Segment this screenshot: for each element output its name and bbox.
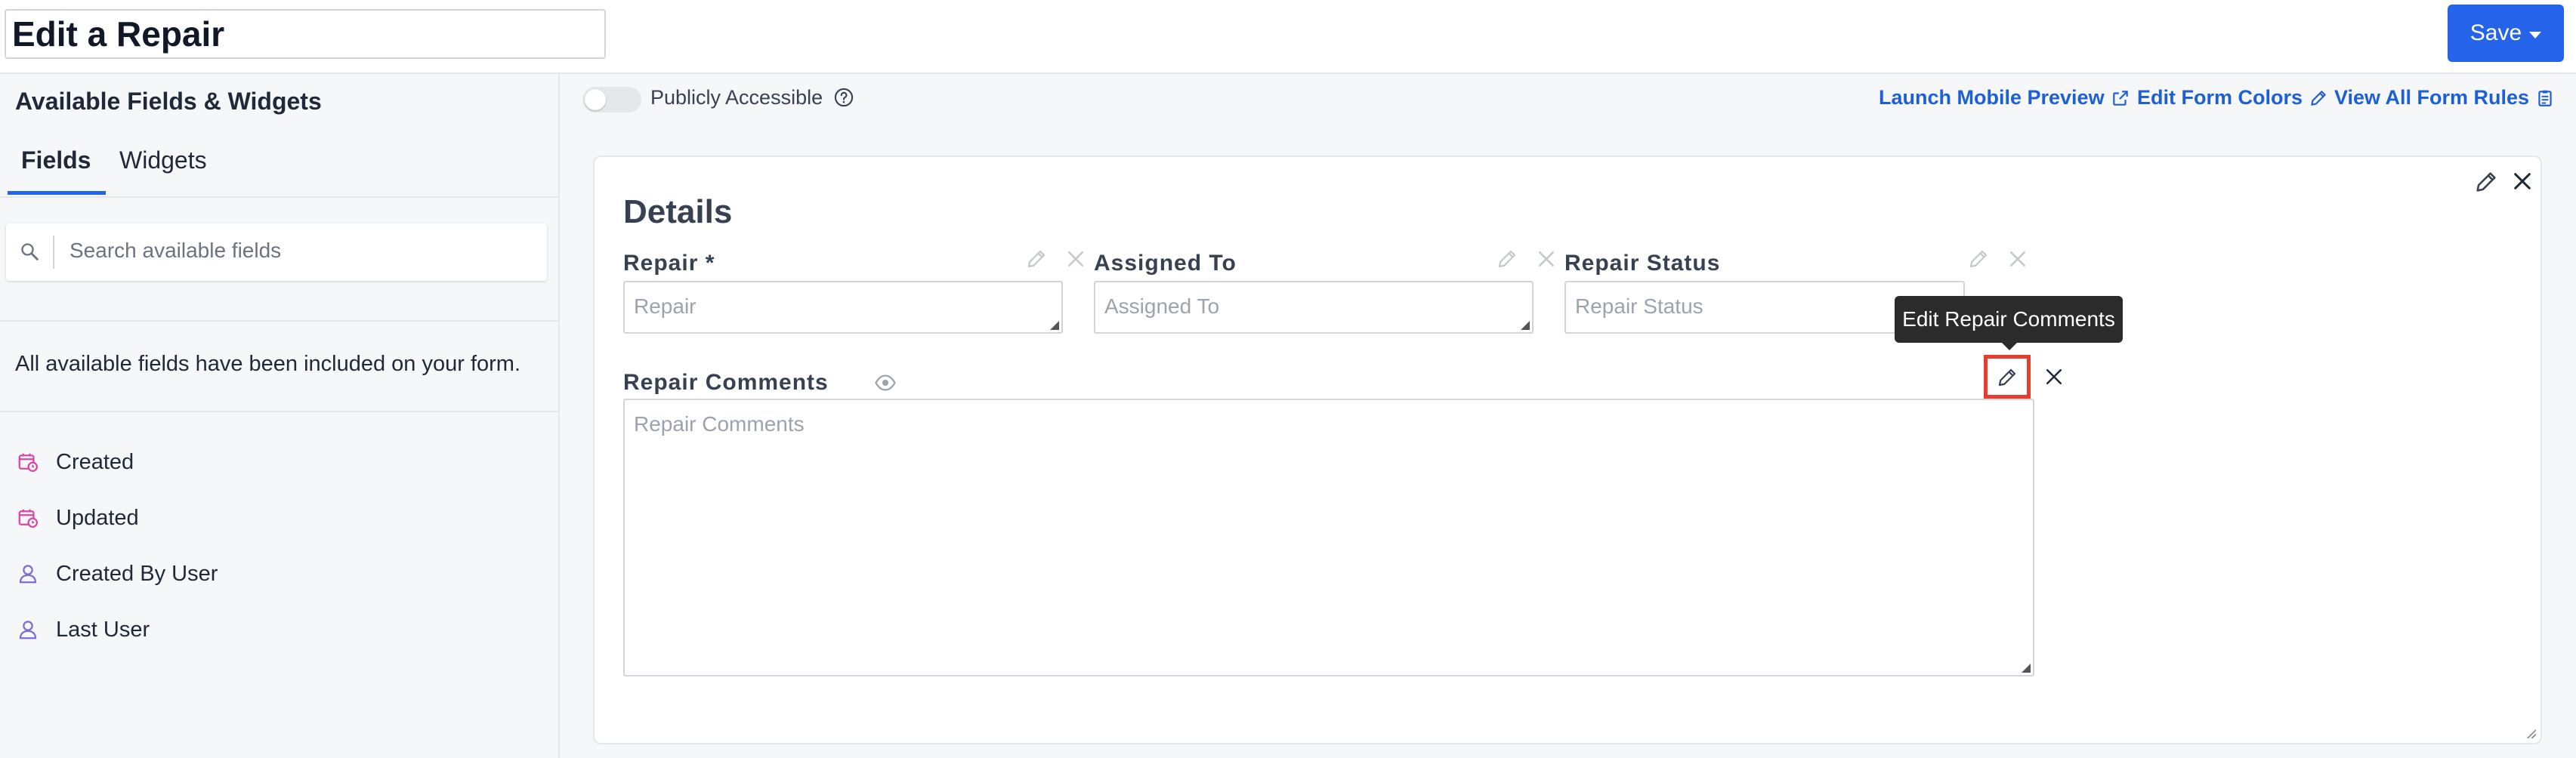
edit-tooltip: Edit Repair Comments xyxy=(1895,296,2123,343)
form-toolbar: Publicly Accessible Launch Mobile Previe… xyxy=(560,74,2576,122)
remove-section-close-icon[interactable] xyxy=(2510,169,2534,193)
clipboard-icon xyxy=(2538,90,2552,106)
search-icon xyxy=(21,243,39,260)
available-field-created-by-user[interactable]: Created By User xyxy=(17,559,218,589)
search-input[interactable]: Search available fields xyxy=(69,239,281,263)
search-field[interactable]: Search available fields xyxy=(6,223,547,281)
field-label-repair: Repair * xyxy=(623,251,715,276)
tooltip-arrow xyxy=(2002,343,2017,350)
field-label-repair-status: Repair Status xyxy=(1564,251,1721,276)
help-icon[interactable] xyxy=(833,87,854,108)
user-icon xyxy=(19,565,37,584)
pencil-icon[interactable] xyxy=(1025,248,1048,270)
link-label: View All Form Rules xyxy=(2334,86,2530,109)
field-label-repair-comments: Repair Comments xyxy=(623,370,829,395)
section-title: Details xyxy=(623,193,733,230)
divider xyxy=(0,320,558,322)
form-canvas: Publicly Accessible Launch Mobile Previe… xyxy=(560,74,2576,758)
calendar-clock-icon xyxy=(18,453,38,472)
resize-handle-icon[interactable] xyxy=(2022,664,2031,673)
pencil-icon xyxy=(2311,90,2326,106)
toggle-knob xyxy=(585,89,606,110)
assigned-to-input[interactable]: Assigned To xyxy=(1094,281,1534,334)
available-field-label: Last User xyxy=(56,617,150,642)
repair-comments-textarea[interactable]: Repair Comments xyxy=(623,399,2034,676)
available-field-last-user[interactable]: Last User xyxy=(17,615,150,645)
sidebar-tabs: Fields Widgets xyxy=(0,146,558,198)
close-icon[interactable] xyxy=(1064,248,1087,270)
tab-widgets-label: Widgets xyxy=(119,146,207,174)
user-icon xyxy=(19,621,37,639)
details-section-card: Details Repair * Repair Assigned To Assi… xyxy=(593,156,2542,744)
edit-comments-button[interactable] xyxy=(1984,355,2031,399)
close-icon[interactable] xyxy=(1535,248,1558,270)
sidebar-title: Available Fields & Widgets xyxy=(15,88,322,115)
resize-handle-icon[interactable] xyxy=(1050,321,1059,330)
close-icon[interactable] xyxy=(2043,365,2065,388)
textarea-placeholder: Repair Comments xyxy=(634,412,805,436)
sidebar: Available Fields & Widgets Fields Widget… xyxy=(0,74,560,758)
public-access-toggle[interactable] xyxy=(582,87,641,112)
save-button[interactable]: Save xyxy=(2448,5,2564,62)
pencil-icon xyxy=(1998,368,2016,387)
chevron-down-icon xyxy=(2529,31,2542,39)
pencil-icon[interactable] xyxy=(1496,248,1518,270)
launch-mobile-preview-link[interactable]: Launch Mobile Preview xyxy=(1879,86,2130,109)
save-button-label: Save xyxy=(2469,20,2522,45)
external-link-icon xyxy=(2112,90,2128,106)
available-field-label: Created By User xyxy=(56,561,218,586)
repair-input[interactable]: Repair xyxy=(623,281,1063,334)
edit-section-pencil-icon[interactable] xyxy=(2473,169,2499,195)
public-access-label: Publicly Accessible xyxy=(650,86,823,109)
input-placeholder: Assigned To xyxy=(1104,294,1220,318)
resize-handle-icon[interactable] xyxy=(1521,321,1530,330)
form-title-input[interactable]: Edit a Repair xyxy=(5,9,606,59)
top-bar: Edit a Repair Save xyxy=(0,0,2576,74)
tab-fields[interactable]: Fields xyxy=(8,146,106,195)
field-label-assigned-to: Assigned To xyxy=(1094,251,1237,276)
edit-form-colors-link[interactable]: Edit Form Colors xyxy=(2137,86,2328,109)
input-placeholder: Repair xyxy=(634,294,697,318)
calendar-clock-icon xyxy=(18,509,38,528)
all-fields-included-message: All available fields have been included … xyxy=(15,352,521,376)
tab-fields-label: Fields xyxy=(21,146,91,174)
available-field-label: Created xyxy=(56,449,134,474)
link-label: Launch Mobile Preview xyxy=(1879,86,2105,109)
close-icon[interactable] xyxy=(2006,248,2029,270)
available-field-updated[interactable]: Updated xyxy=(17,503,139,533)
pencil-icon[interactable] xyxy=(1967,248,1990,270)
link-label: Edit Form Colors xyxy=(2137,86,2303,109)
search-divider xyxy=(53,236,54,269)
card-resize-handle-icon[interactable] xyxy=(2525,728,2536,738)
divider xyxy=(0,411,558,412)
eye-icon[interactable] xyxy=(874,371,897,394)
available-field-label: Updated xyxy=(56,505,139,530)
input-placeholder: Repair Status xyxy=(1575,294,1703,318)
view-all-form-rules-link[interactable]: View All Form Rules xyxy=(2334,86,2555,109)
available-field-created[interactable]: Created xyxy=(17,447,134,477)
tab-widgets[interactable]: Widgets xyxy=(119,148,207,196)
